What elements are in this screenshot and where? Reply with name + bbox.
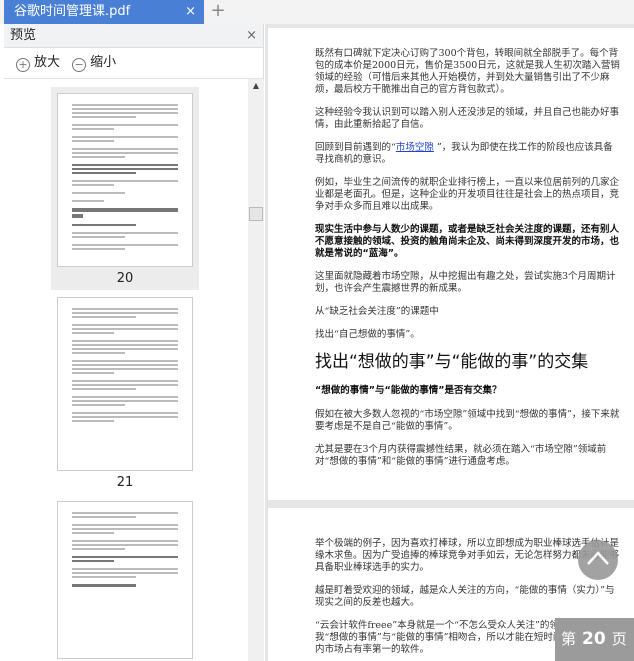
paragraph: 既然有口碑就下定决心订购了300个背包，转眼间就全部脱手了。每个背包的成本价是2…: [315, 48, 620, 95]
chevron-up-icon: [587, 551, 609, 565]
paragraph: 这里面就隐藏着市场空隙，从中挖掘出有趣之处，尝试实施3个月周期计划，也许会产生震…: [315, 271, 616, 294]
preview-sidebar: 预览 × + 放大 − 缩小 20 21 ▲: [4, 24, 264, 661]
close-tab-icon[interactable]: ×: [185, 0, 196, 24]
page-thumbnail-21[interactable]: [57, 297, 193, 471]
tab-document[interactable]: 谷歌时间管理课.pdf ×: [4, 0, 204, 24]
current-page-number: 20: [582, 629, 606, 649]
zoom-out-icon: −: [72, 58, 87, 72]
paragraph: 找出“自己想做的事情”。: [315, 329, 420, 340]
zoom-in-icon: +: [16, 58, 30, 72]
section-heading: 找出“想做的事”与“能做的事”的交集: [315, 352, 589, 372]
text: 回顾到目前遇到的“: [315, 142, 396, 153]
paragraph: 回顾到目前遇到的“市场空隙 ”，我认为即使在找工作的阶段也应该具备寻找商机的意识…: [315, 142, 620, 166]
sidebar-title: 预览: [10, 28, 37, 43]
tab-bar: 谷歌时间管理课.pdf × +: [0, 0, 634, 24]
zoom-in-button[interactable]: + 放大: [16, 55, 64, 72]
sidebar-scrollbar[interactable]: ▲: [248, 79, 264, 661]
bold-paragraph: 现实生活中参与人数少的课题，或者是缺乏社会关注度的课题，还有别人不愿意接触的领域…: [315, 224, 620, 259]
document-page-20: 既然有口碑就下定决心订购了300个背包，转眼间就全部脱手了。每个背包的成本价是2…: [268, 28, 634, 500]
zoom-out-button[interactable]: − 缩小: [72, 55, 120, 72]
zoom-in-label: 放大: [34, 55, 61, 70]
page-prefix: 第: [561, 630, 577, 648]
zoom-out-label: 缩小: [90, 55, 117, 70]
page-indicator: 第 20 页: [555, 618, 634, 661]
scroll-to-top-button[interactable]: [578, 540, 618, 580]
page-thumbnail-22[interactable]: [57, 501, 193, 659]
paragraph: 尤其是要在3个月内获得震撼性结果，就必须在踏入“市场空隙”领域前对“想做的事情”…: [315, 444, 607, 467]
market-gap-link[interactable]: 市场空隙: [396, 142, 434, 153]
thumbnail-page-number: 21: [116, 475, 134, 490]
sidebar-toolbar: + 放大 − 缩小: [4, 48, 263, 79]
paragraph: 例如，毕业生之间流传的就职企业排行榜上，一直以来位居前列的几家企业都是老面孔。但…: [315, 177, 620, 212]
paragraph: 举个极端的例子，因为喜欢打棒球，所以立即想成为职业棒球选手估计是缘木求鱼。因为广…: [315, 538, 620, 573]
close-sidebar-icon[interactable]: ×: [246, 24, 257, 47]
page-suffix: 页: [611, 630, 627, 648]
thumbnail-page-number: 20: [116, 271, 134, 286]
tab-title: 谷歌时间管理课.pdf: [14, 4, 131, 19]
sidebar-header: 预览 ×: [4, 24, 263, 48]
scrollbar-thumb[interactable]: [249, 207, 263, 221]
subheading: “想做的事情”与“能做的事情”是否有交集？: [315, 385, 502, 396]
paragraph: 假如在被大多数人忽视的“市场空隙”领域中找到“想做的事情”，接下来就要考虑是不是…: [315, 409, 620, 432]
page-thumbnail-20[interactable]: [57, 93, 193, 267]
paragraph: 这种经验令我认识到可以踏入别人还没涉足的领域，并且自己也能办好事情，由此重新拾起…: [315, 107, 620, 130]
paragraph: 从“缺乏社会关注度”的课题中: [315, 306, 439, 317]
thumbnail-list: 20 21: [4, 79, 248, 661]
scroll-up-icon[interactable]: ▲: [248, 79, 264, 93]
new-tab-button[interactable]: +: [208, 0, 228, 24]
paragraph: 越是盯着受欢迎的领域，越是众人关注的方向，“能做的事情（实力）”与现实之间的反差…: [315, 585, 615, 608]
